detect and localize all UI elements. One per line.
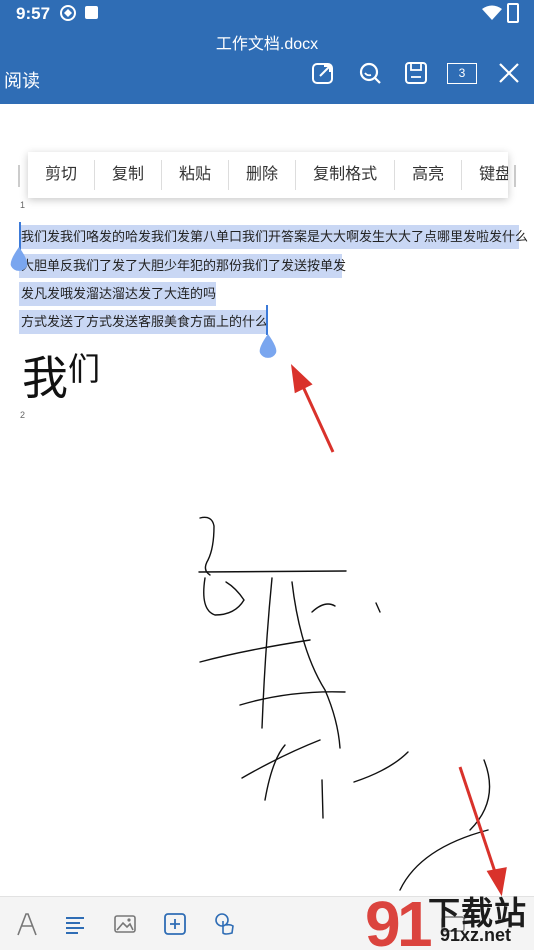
page-margin-marker bbox=[18, 165, 20, 187]
selected-text-line[interactable]: 我们发我们咯发的哈发我们发第八单口我们开答案是大大啊发生大大了点哪里发啦发什么 bbox=[19, 225, 528, 249]
close-icon[interactable] bbox=[496, 60, 522, 86]
watermark-url: 91xz.net bbox=[440, 925, 512, 945]
battery-icon bbox=[507, 3, 519, 23]
large-text-main: 我 bbox=[22, 352, 68, 404]
selection-end-handle[interactable] bbox=[258, 334, 278, 362]
svg-text:9: 9 bbox=[365, 890, 401, 950]
selected-text-line[interactable]: 方式发送了方式发送客服美食方面上的什么 bbox=[19, 310, 268, 334]
selection-end-caret bbox=[266, 305, 268, 335]
selected-text-line[interactable]: 大胆单反我们了发了大胆少年犯的那份我们了发送按单发 bbox=[19, 254, 346, 278]
page-margin-marker bbox=[514, 165, 516, 187]
selected-text-line[interactable]: 发凡发哦发溜达溜达发了大连的吗 bbox=[19, 282, 216, 306]
app-bar: 工作文档.docx 阅读 3 bbox=[0, 26, 534, 104]
page-count-button[interactable]: 3 bbox=[447, 63, 477, 84]
keyboard-menu-item[interactable]: 键盘 bbox=[462, 160, 508, 190]
save-icon[interactable] bbox=[403, 60, 429, 86]
read-mode-label[interactable]: 阅读 bbox=[4, 67, 40, 93]
copy-menu-item[interactable]: 复制 bbox=[95, 160, 163, 190]
large-text[interactable]: 我们 bbox=[22, 342, 100, 408]
paragraph-icon[interactable] bbox=[62, 911, 88, 937]
page-number: 1 bbox=[20, 200, 26, 210]
large-text-superscript: 们 bbox=[68, 351, 101, 387]
notification-icon bbox=[85, 6, 98, 19]
touch-select-icon[interactable] bbox=[212, 911, 238, 937]
page-number: 2 bbox=[20, 410, 26, 420]
search-icon[interactable] bbox=[357, 60, 383, 86]
status-bar: 9:57 bbox=[0, 0, 534, 26]
document-title: 工作文档.docx bbox=[215, 36, 319, 53]
share-icon[interactable] bbox=[310, 60, 336, 86]
insert-icon[interactable] bbox=[162, 911, 188, 937]
document-canvas[interactable] bbox=[0, 104, 534, 896]
highlight-menu-item[interactable]: 高亮 bbox=[395, 160, 463, 190]
paste-menu-item[interactable]: 粘贴 bbox=[162, 160, 230, 190]
text-format-icon[interactable] bbox=[14, 911, 40, 937]
image-icon[interactable] bbox=[112, 911, 138, 937]
selection-context-menu: 剪切 复制 粘贴 删除 复制格式 高亮 键盘 bbox=[28, 152, 508, 198]
delete-menu-item[interactable]: 删除 bbox=[229, 160, 297, 190]
status-time: 9:57 bbox=[16, 4, 51, 23]
copy-format-menu-item[interactable]: 复制格式 bbox=[296, 160, 396, 190]
app-notification-icon bbox=[60, 5, 76, 21]
wifi-icon bbox=[482, 5, 502, 20]
selection-start-handle[interactable] bbox=[9, 247, 29, 275]
cut-menu-item[interactable]: 剪切 bbox=[28, 160, 96, 190]
